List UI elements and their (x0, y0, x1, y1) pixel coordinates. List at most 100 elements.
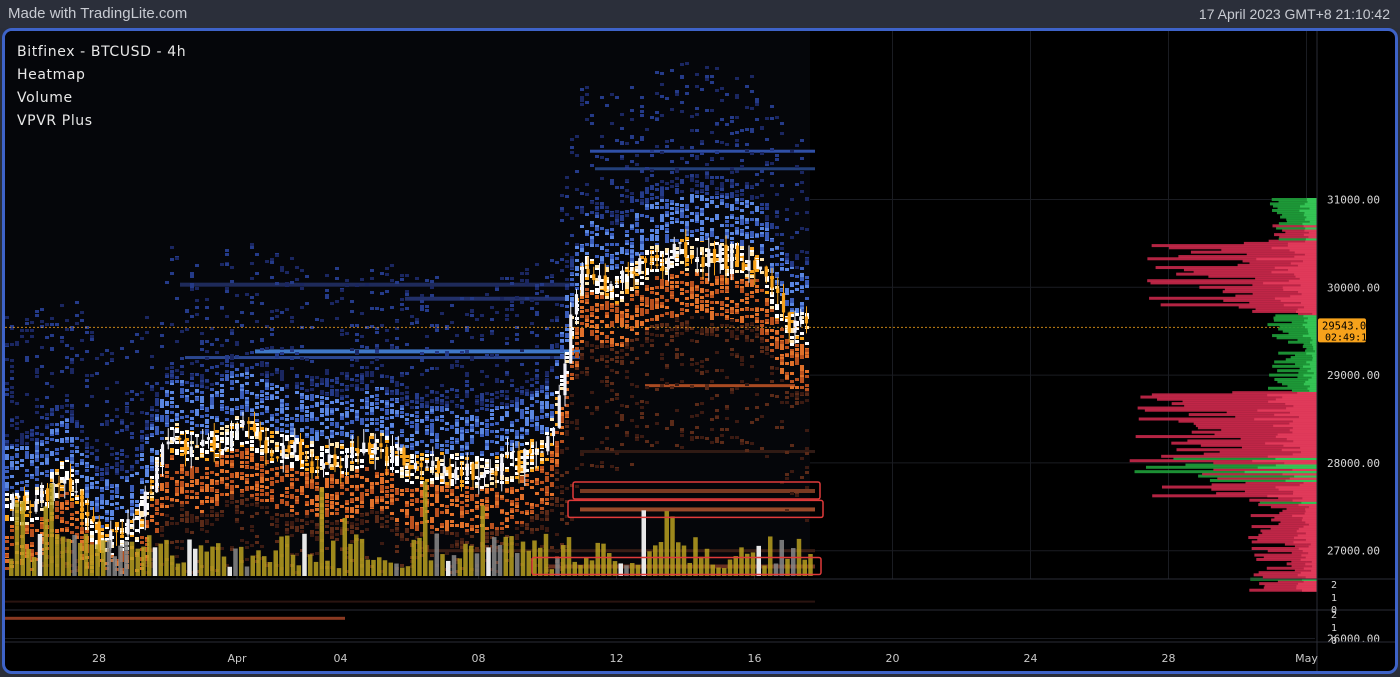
heatmap-cell (105, 420, 109, 423)
heatmap-cell (495, 391, 499, 394)
heatmap-cell (175, 546, 179, 549)
heatmap-cell (105, 362, 109, 365)
heatmap-cell (450, 490, 454, 493)
heatmap-cell (515, 433, 519, 436)
heatmap-cell (95, 509, 99, 512)
heatmap-cell (315, 488, 319, 491)
heatmap-cell (490, 404, 494, 407)
heatmap-cell (330, 474, 334, 477)
heatmap-cell (270, 373, 274, 376)
symbol-title[interactable]: Bitfinex - BTCUSD - 4h (17, 41, 186, 64)
heatmap-cell (265, 260, 269, 263)
heatmap-cell (380, 473, 384, 476)
heatmap-cell (430, 399, 434, 402)
legend-vpvr[interactable]: VPVR Plus (17, 110, 186, 133)
heatmap-cell (160, 402, 164, 405)
heatmap-cell (355, 488, 359, 491)
heatmap-cell (455, 360, 459, 363)
legend-heatmap[interactable]: Heatmap (17, 64, 186, 87)
heatmap-cell (375, 388, 379, 391)
heatmap-cell (205, 514, 209, 517)
heatmap-cell (225, 315, 229, 318)
heatmap-cell (500, 428, 504, 431)
heatmap-cell (560, 432, 564, 435)
heatmap-cell (410, 425, 414, 428)
heatmap-cell (520, 390, 524, 393)
heatmap-cell (560, 194, 564, 197)
heatmap-cell (125, 428, 129, 431)
heatmap-cell (305, 302, 309, 305)
heatmap-cell (600, 286, 604, 289)
heatmap-cell (200, 332, 204, 335)
heatmap-cell (595, 155, 599, 158)
heatmap-cell (195, 313, 199, 316)
heatmap-cell (570, 283, 574, 286)
heatmap-cell (210, 366, 214, 369)
heatmap-cell (85, 479, 89, 482)
heatmap-cell (120, 468, 124, 471)
heatmap-cell (25, 431, 29, 434)
heatmap-cell (310, 418, 314, 421)
legend-volume[interactable]: Volume (17, 87, 186, 110)
heatmap-cell (200, 454, 204, 457)
heatmap-cell (60, 517, 64, 520)
heatmap-cell (610, 321, 614, 324)
heatmap-cell (290, 417, 294, 420)
heatmap-cell (255, 320, 259, 323)
heatmap-cell (390, 404, 394, 407)
heatmap-cell (75, 422, 79, 425)
heatmap-cell (240, 405, 244, 408)
heatmap-cell (240, 391, 244, 394)
heatmap-cell (285, 513, 289, 516)
heatmap-cell (460, 445, 464, 448)
heatmap-cell (485, 399, 489, 402)
heatmap-cell (325, 472, 329, 475)
heatmap-cell (305, 510, 309, 513)
heatmap-cell (335, 381, 339, 384)
heatmap-cell (395, 498, 399, 501)
heatmap-cell (595, 324, 599, 327)
heatmap-cell (320, 378, 324, 381)
heatmap-cell (495, 288, 499, 291)
heatmap-cell (250, 351, 254, 354)
heatmap-cell (600, 145, 604, 148)
heatmap-cell (415, 508, 419, 511)
chart-frame[interactable]: Bitfinex - BTCUSD - 4h Heatmap Volume VP… (2, 28, 1398, 674)
heatmap-cell (465, 380, 469, 383)
heatmap-cell (350, 468, 354, 471)
heatmap-cell (590, 292, 594, 295)
heatmap-cell (560, 354, 564, 357)
heatmap-cell (565, 487, 569, 490)
heatmap-cell (5, 505, 9, 508)
heatmap-cell (80, 531, 84, 534)
heatmap-cell (155, 522, 159, 525)
heatmap-cell (170, 498, 174, 501)
heatmap-cell (565, 447, 569, 450)
heatmap-cell (30, 454, 34, 457)
heatmap-cell (505, 337, 509, 340)
heatmap-cell (570, 256, 574, 259)
heatmap-cell (505, 371, 509, 374)
heatmap-cell (395, 463, 399, 466)
heatmap-cell (355, 387, 359, 390)
heatmap-cell (40, 416, 44, 419)
heatmap-cell (485, 540, 489, 543)
heatmap-chart[interactable]: 31000.0030000.0029000.0028000.0027000.00… (5, 31, 1395, 671)
heatmap-cell (390, 484, 394, 487)
heatmap-cell (265, 387, 269, 390)
heatmap-cell (355, 284, 359, 287)
heatmap-cell (330, 467, 334, 470)
heatmap-cell (525, 527, 529, 530)
heatmap-cell (550, 468, 554, 471)
heatmap-cell (15, 416, 19, 419)
heatmap-cell (250, 544, 254, 547)
heatmap-cell (240, 476, 244, 479)
heatmap-cell (130, 465, 134, 468)
heatmap-cell (235, 343, 239, 346)
heatmap-cell (275, 413, 279, 416)
heatmap-cell (555, 316, 559, 319)
heatmap-cell (210, 402, 214, 405)
heatmap-cell (335, 277, 339, 280)
heatmap-cell (460, 515, 464, 518)
heatmap-cell (275, 368, 279, 371)
